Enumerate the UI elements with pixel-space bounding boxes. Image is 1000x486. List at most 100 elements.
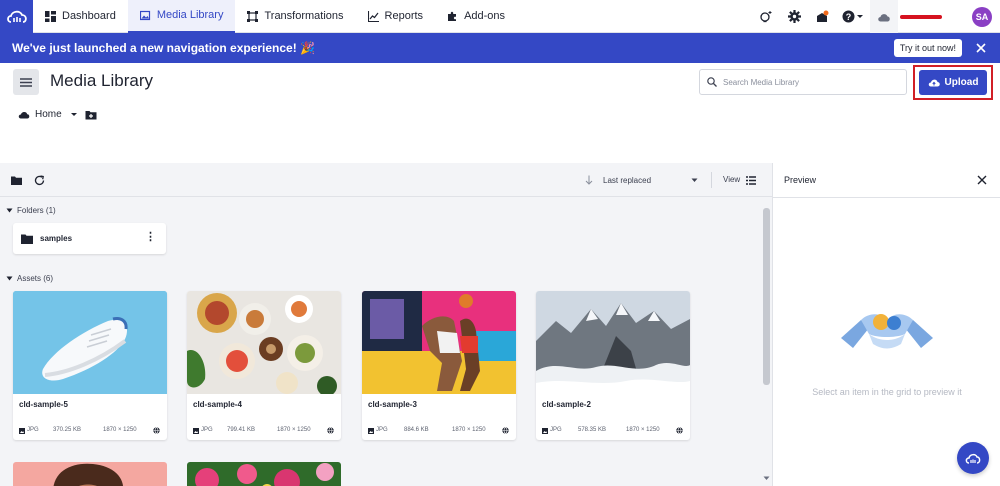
svg-text:?: ?	[846, 12, 852, 22]
asset-name: cld-sample-4	[193, 400, 242, 409]
grid-toolbar: Last replaced View	[0, 163, 772, 197]
grid-scrollbar-thumb[interactable]	[763, 208, 770, 385]
asset-size: 370.25 KB	[53, 427, 82, 433]
upload-button[interactable]: Upload	[919, 70, 987, 95]
refresh-icon[interactable]	[33, 174, 45, 186]
asset-name: cld-sample-3	[368, 400, 417, 409]
globe-icon	[502, 427, 509, 434]
asset-thumbnail[interactable]	[536, 291, 690, 394]
media-library-icon	[139, 10, 150, 20]
transformations-icon	[247, 10, 259, 22]
nav-add-ons[interactable]: Add-ons	[435, 0, 517, 33]
list-view-icon[interactable]	[745, 174, 757, 186]
cloudinary-logo-icon[interactable]	[0, 0, 33, 33]
asset-dimensions: 1870 × 1250	[626, 427, 660, 433]
try-it-out-button[interactable]: Try it out now!	[893, 39, 962, 57]
preview-close-icon[interactable]	[976, 174, 988, 186]
image-type-icon	[193, 428, 199, 434]
whats-new-icon[interactable]	[752, 0, 780, 33]
nav-dashboard-label: Dashboard	[62, 10, 116, 22]
asset-thumbnail[interactable]	[362, 291, 516, 394]
support-chat-button[interactable]	[957, 442, 989, 474]
globe-icon	[676, 427, 683, 434]
folder-more-options-icon[interactable]: ⋮	[145, 232, 156, 243]
asset-card[interactable]: cld-sample-4 JPG 799.41 KB 1870 × 1250	[187, 291, 341, 440]
assets-section-header[interactable]: Assets (6)	[6, 274, 53, 283]
view-toggle-label[interactable]: View	[723, 175, 740, 184]
nav-reports[interactable]: Reports	[356, 0, 436, 33]
nav-reports-label: Reports	[384, 10, 424, 22]
folder-view-icon[interactable]	[10, 174, 22, 186]
asset-card[interactable]: cld-sample-5 JPG 370.25 KB 1870 × 1250	[13, 291, 167, 440]
asset-format: JPG	[27, 427, 39, 433]
hands-holding-illustration	[841, 314, 933, 349]
banner-text: We've just launched a new navigation exp…	[12, 41, 315, 55]
search-icon	[707, 77, 717, 87]
menu-toggle-button[interactable]	[13, 69, 39, 95]
cloud-account-icon[interactable]	[870, 0, 898, 33]
nav-transformations[interactable]: Transformations	[235, 0, 355, 33]
announcement-banner: We've just launched a new navigation exp…	[0, 33, 1000, 63]
folder-icon	[21, 234, 33, 244]
upload-button-label: Upload	[944, 77, 979, 88]
nav-add-ons-label: Add-ons	[464, 10, 506, 22]
folders-section-header[interactable]: Folders (1)	[6, 206, 56, 215]
dashboard-icon	[45, 10, 56, 22]
sort-chevron-down-icon[interactable]	[691, 178, 698, 183]
sort-direction-icon[interactable]	[583, 174, 595, 186]
help-icon[interactable]: ?	[836, 0, 870, 33]
add-folder-icon[interactable]	[85, 110, 97, 120]
collapse-caret-icon	[6, 208, 13, 213]
asset-name: cld-sample-2	[542, 400, 591, 409]
asset-size: 578.35 KB	[578, 427, 607, 433]
scroll-down-arrow-icon[interactable]	[763, 476, 770, 481]
asset-thumbnail-partial[interactable]	[187, 462, 341, 486]
asset-size: 884.6 KB	[404, 427, 429, 433]
cloud-upload-icon	[928, 79, 940, 87]
account-name-redacted	[900, 14, 942, 19]
breadcrumb-home[interactable]: Home	[35, 109, 62, 120]
image-type-icon	[19, 428, 25, 434]
nav-dashboard[interactable]: Dashboard	[33, 0, 128, 33]
asset-format: JPG	[376, 427, 388, 433]
breadcrumb: Home	[18, 109, 97, 120]
assets-label: Assets (6)	[17, 274, 54, 283]
toolbar-divider	[711, 172, 712, 188]
sort-select[interactable]: Last replaced	[603, 176, 651, 185]
preview-hint: Select an item in the grid to preview it	[812, 387, 962, 397]
globe-icon	[153, 427, 160, 434]
avatar[interactable]: SA	[972, 6, 992, 27]
asset-thumbnail-partial[interactable]	[13, 462, 167, 486]
cloud-icon	[18, 111, 30, 118]
globe-icon	[327, 427, 334, 434]
asset-format: JPG	[201, 427, 213, 433]
collapse-caret-icon	[6, 276, 13, 281]
preview-title: Preview	[784, 175, 817, 185]
page-title: Media Library	[50, 71, 153, 90]
hamburger-icon	[20, 77, 32, 87]
folders-label: Folders (1)	[17, 206, 56, 215]
cloudinary-logo-icon	[965, 453, 981, 464]
preview-panel: Preview Select an item in the grid to pr…	[772, 163, 1000, 486]
reports-icon	[367, 10, 379, 22]
folder-card-samples[interactable]: samples ⋮	[13, 223, 166, 254]
notifications-icon[interactable]	[808, 0, 836, 33]
gear-icon[interactable]	[780, 0, 808, 33]
puzzle-icon	[448, 11, 457, 21]
banner-close-icon[interactable]	[972, 39, 990, 57]
asset-thumbnail[interactable]	[13, 291, 167, 394]
asset-format: JPG	[550, 427, 562, 433]
asset-size: 799.41 KB	[227, 427, 256, 433]
asset-card[interactable]: cld-sample-2 JPG 578.35 KB 1870 × 1250	[536, 291, 690, 440]
nav-media-library[interactable]: Media Library	[127, 0, 236, 33]
asset-card[interactable]: cld-sample-3 JPG 884.6 KB 1870 × 1250	[362, 291, 516, 440]
top-nav: Dashboard Media Library Transformations …	[0, 0, 1000, 33]
asset-thumbnail[interactable]	[187, 291, 341, 394]
search-input[interactable]	[723, 77, 893, 87]
image-type-icon	[368, 428, 374, 434]
media-grid-panel: Last replaced View Folders (1) samples ⋮…	[0, 163, 772, 486]
chevron-down-icon[interactable]	[70, 112, 78, 117]
nav-right-tools: ? SA	[752, 0, 1000, 33]
grid-scrollbar[interactable]	[762, 198, 771, 486]
asset-dimensions: 1870 × 1250	[103, 427, 137, 433]
